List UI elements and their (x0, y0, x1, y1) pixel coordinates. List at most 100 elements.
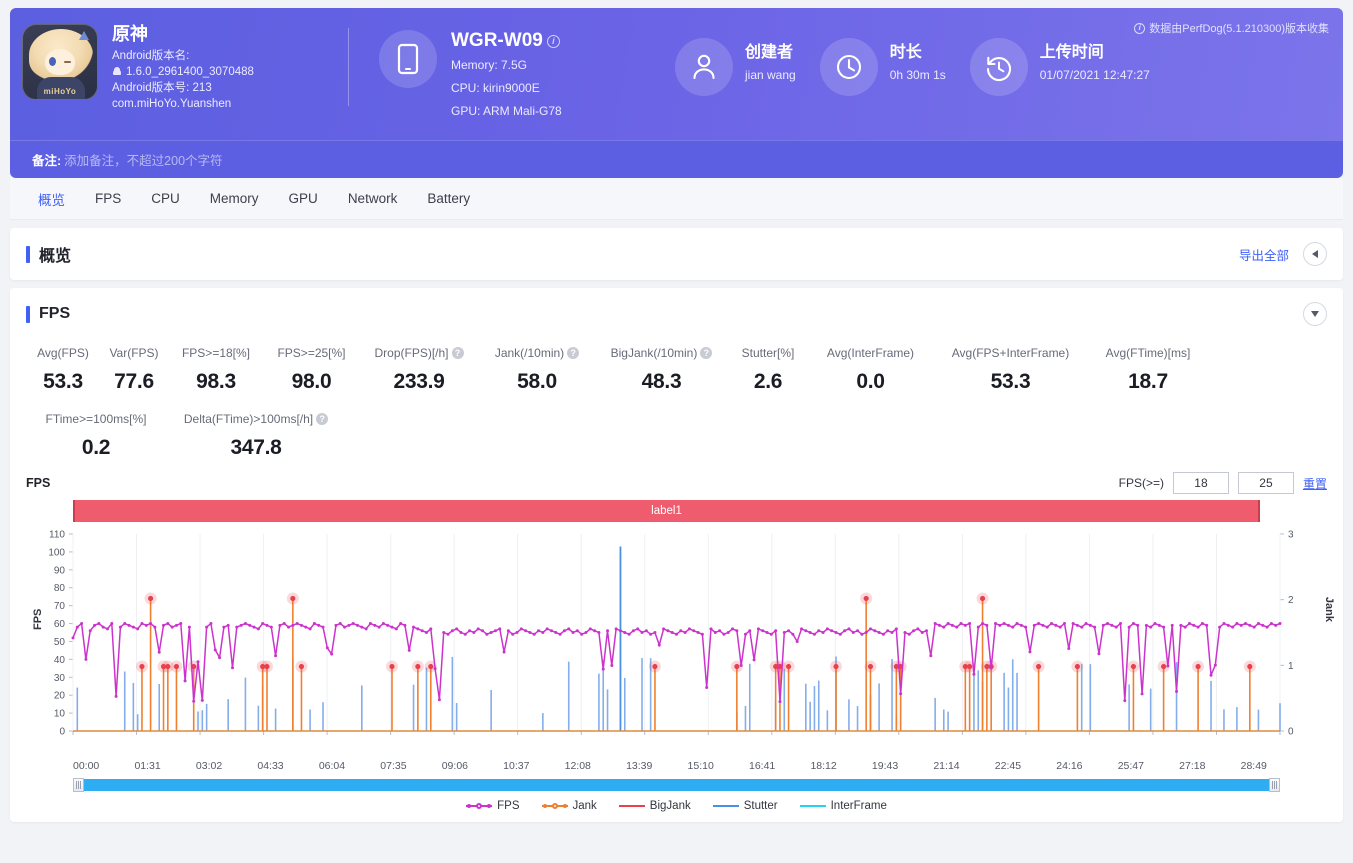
clock-icon (819, 38, 878, 96)
chart-range-slider[interactable] (73, 778, 1280, 792)
x-tick-label: 27:18 (1179, 760, 1206, 772)
x-tick-label: 12:08 (564, 760, 591, 772)
x-tick-label: 25:47 (1117, 760, 1144, 772)
metric-label: Jank(/10min)? (481, 344, 593, 362)
x-tick-label: 22:45 (994, 760, 1022, 772)
app-info-block: miHoYo 原神 Android版本名: 1.6.0_2961400_3070… (10, 8, 340, 112)
duration-value: 0h 30m 1s (889, 68, 946, 82)
x-tick-label: 18:12 (810, 760, 837, 772)
fps-card-header: FPS (10, 288, 1343, 340)
metric-label: Avg(InterFrame) (826, 346, 915, 360)
slider-track[interactable] (84, 779, 1269, 791)
metric-var-fps: Var(FPS) 77.6 (100, 344, 168, 394)
notes-bar[interactable]: 备注: 添加备注，不超过200个字符 (10, 140, 1343, 178)
fps-plot-area: FPS Jank 0 10 20 30 40 50 60 70 80 90 100 110 0 1 2 3 (26, 526, 1335, 758)
upload-time-value: 01/07/2021 12:47:27 (1039, 68, 1150, 82)
y-tick-label: 30 (54, 673, 66, 684)
y-tick-label: 40 (54, 655, 66, 666)
fps-threshold-low-input[interactable]: 18 (1172, 472, 1229, 494)
metric-value: 77.6 (114, 370, 154, 393)
legend-item-bigjank[interactable]: BigJank (618, 800, 691, 812)
metric-label: BigJank(/10min)? (597, 344, 726, 362)
metric-avg-ftime-ms: Avg(FTime)[ms] 18.7 (1088, 344, 1208, 394)
slider-handle-right[interactable] (1269, 778, 1280, 792)
chevron-left-icon (1312, 250, 1318, 258)
metric-label: Avg(FPS) (37, 346, 89, 360)
metric-value: 2.6 (753, 370, 783, 393)
metric-label: FPS>=25[%] (277, 346, 346, 360)
spike-series (76, 546, 1281, 731)
info-icon[interactable]: i (546, 34, 560, 48)
header-divider (348, 28, 349, 106)
help-icon[interactable]: ? (700, 347, 713, 359)
metric-label: FTime>=100ms[%] (45, 412, 147, 426)
help-icon[interactable]: ? (451, 347, 464, 359)
legend-item-jank[interactable]: Jank (541, 800, 597, 812)
report-header: miHoYo 原神 Android版本名: 1.6.0_2961400_3070… (10, 8, 1343, 140)
metric-label: FPS>=18[%] (181, 346, 251, 360)
legend-label: InterFrame (830, 800, 887, 812)
app-icon-brand: miHoYo (43, 87, 77, 96)
tab-fps[interactable]: FPS (81, 185, 135, 212)
legend-item-fps[interactable]: FPS (466, 800, 520, 812)
x-tick-label: 13:39 (626, 760, 653, 772)
overview-title: 概览 (39, 248, 72, 265)
fps-threshold-high-input[interactable]: 25 (1237, 472, 1294, 494)
metric-drop-fps-h: Drop(FPS)[/h]? 233.9 (359, 344, 479, 394)
fps-threshold-label: FPS(>=) (1118, 476, 1164, 490)
help-icon[interactable]: ? (316, 413, 329, 425)
y-tick-label: 20 (54, 691, 66, 702)
metrics-row-2: FTime>=100ms[%] 0.2 Delta(FTime)>100ms[/h]… (26, 410, 1327, 460)
legend-label: FPS (497, 800, 520, 812)
metric-fps-25: FPS>=25[%] 98.0 (264, 344, 359, 394)
collector-note: i 数据由PerfDog(5.1.210300)版本收集 (1134, 20, 1329, 36)
metric-value: 347.8 (230, 436, 282, 459)
duration-title: 时长 (889, 44, 922, 61)
title-accent-bar (26, 245, 30, 263)
y-tick-label: 10 (54, 709, 66, 720)
app-version-value: 1.6.0_2961400_3070488 (126, 66, 254, 78)
perfdog-report-page: miHoYo 原神 Android版本名: 1.6.0_2961400_3070… (0, 8, 1353, 863)
x-tick-label: 01:31 (134, 760, 161, 772)
y-tick-label: 50 (54, 637, 66, 648)
reset-link[interactable]: 重置 (1303, 475, 1327, 492)
legend-swatch-icon (618, 801, 645, 811)
chart-label-band[interactable]: label1 (73, 500, 1260, 522)
y-tick-label: 90 (54, 565, 66, 576)
metric-label: Avg(FPS+InterFrame) (951, 346, 1070, 360)
legend-swatch-icon (541, 801, 568, 811)
metric-ftime-100ms: FTime>=100ms[%] 0.2 (26, 410, 166, 460)
x-tick-label: 19:43 (871, 760, 899, 772)
tab-overview[interactable]: 概览 (24, 183, 79, 215)
metric-avg-interframe: Avg(InterFrame) 0.0 (808, 344, 933, 394)
collapse-down-button[interactable] (1303, 302, 1327, 326)
export-all-link[interactable]: 导出全部 (1239, 245, 1289, 264)
metric-value: 98.3 (196, 370, 236, 393)
x-tick-label: 00:00 (73, 760, 100, 772)
chart-legend: FPS Jank BigJank Stutter InterFrame (26, 792, 1327, 818)
tab-battery[interactable]: Battery (413, 185, 484, 212)
tab-network[interactable]: Network (334, 185, 412, 212)
legend-item-interframe[interactable]: InterFrame (799, 800, 887, 812)
fps-title: FPS (39, 305, 71, 322)
app-icon: miHoYo (22, 24, 98, 100)
y-tick-label: 110 (49, 530, 65, 541)
metric-value: 53.3 (990, 370, 1031, 393)
help-icon[interactable]: ? (567, 347, 580, 359)
x-tick-label: 16:41 (748, 760, 776, 772)
collapse-left-button[interactable] (1303, 242, 1327, 266)
y2-tick-label: 1 (1288, 661, 1294, 672)
tab-gpu[interactable]: GPU (275, 185, 332, 212)
slider-handle-left[interactable] (73, 778, 84, 792)
tab-memory[interactable]: Memory (196, 185, 273, 212)
y-tick-label: 100 (48, 547, 65, 558)
x-tick-label: 07:35 (380, 760, 407, 772)
notes-placeholder[interactable]: 添加备注，不超过200个字符 (64, 150, 222, 169)
metrics-row-1: Avg(FPS) 53.3 Var(FPS) 77.6 FPS>=18[%] 98.3 FP… (26, 344, 1327, 394)
legend-item-stutter[interactable]: Stutter (712, 800, 778, 812)
app-name: 原神 (112, 24, 148, 44)
user-icon (675, 38, 733, 96)
fps-chart-svg[interactable]: 0 10 20 30 40 50 60 70 80 90 100 110 0 1 2 3 (26, 526, 1347, 758)
metric-delta-ftime-100ms-h: Delta(FTime)>100ms[/h]? 347.8 (166, 410, 346, 460)
tab-cpu[interactable]: CPU (137, 185, 194, 212)
